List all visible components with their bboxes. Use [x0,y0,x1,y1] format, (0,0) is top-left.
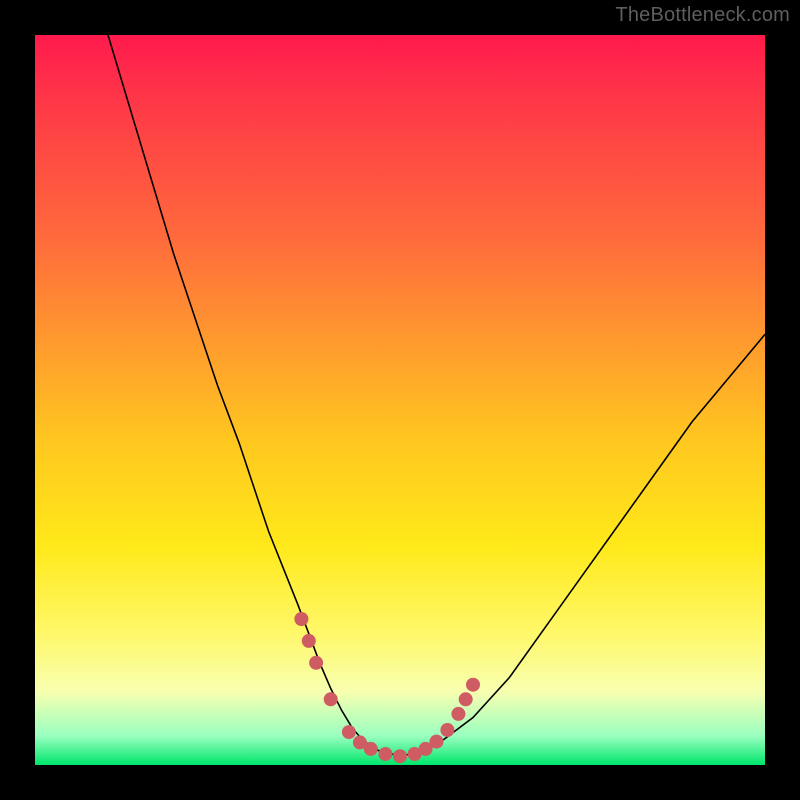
highlight-dot [419,742,433,756]
highlight-dot [342,725,356,739]
highlight-dot [309,656,323,670]
watermark-text: TheBottleneck.com [615,4,790,27]
highlight-dot [408,747,422,761]
highlight-dot [393,749,407,763]
highlight-dots [294,612,480,763]
highlight-dot [324,692,338,706]
chart-svg [35,35,765,765]
highlight-dot [459,692,473,706]
chart-plot-area [35,35,765,765]
highlight-dot [364,742,378,756]
highlight-dot [451,707,465,721]
chart-frame: TheBottleneck.com [0,0,800,800]
highlight-dot [353,735,367,749]
bottleneck-curve [108,35,765,756]
highlight-dot [302,634,316,648]
highlight-dot [294,612,308,626]
highlight-dot [430,735,444,749]
highlight-dot [440,723,454,737]
highlight-dot [466,678,480,692]
highlight-dot [378,747,392,761]
